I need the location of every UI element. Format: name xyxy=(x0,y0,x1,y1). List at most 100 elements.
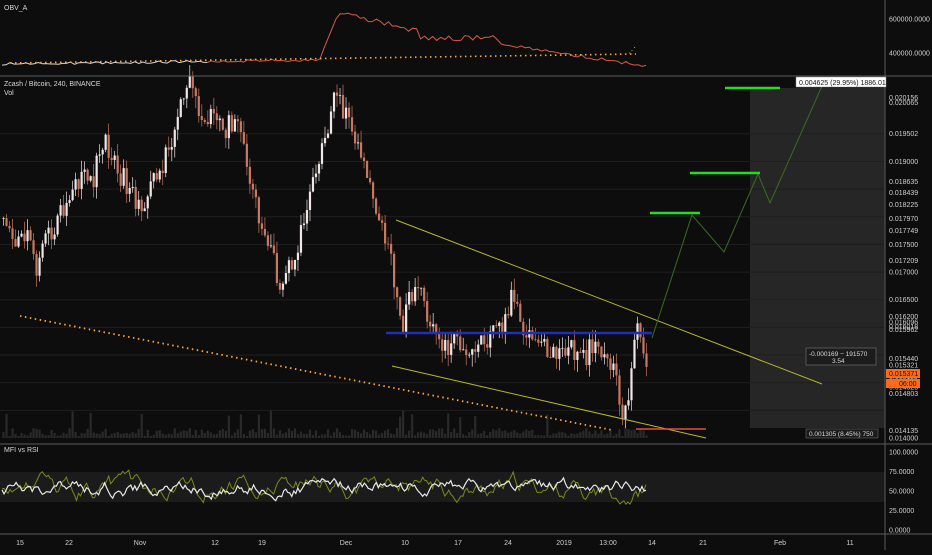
volume-bar xyxy=(365,431,369,438)
volume-bar xyxy=(68,428,71,438)
volume-bar xyxy=(290,431,294,438)
rsi-tick-label: 50.0000 xyxy=(889,489,914,496)
volume-bar xyxy=(531,429,534,438)
volume-bar xyxy=(113,433,116,438)
candle-body xyxy=(92,176,95,188)
candle-body xyxy=(594,341,597,354)
candle-body xyxy=(323,137,327,144)
candle-body xyxy=(405,304,408,333)
volume-bar xyxy=(314,430,318,438)
candle-body xyxy=(492,325,495,332)
volume-bar xyxy=(5,413,8,438)
candle-body xyxy=(495,325,498,327)
candle-body xyxy=(453,333,456,344)
volume-bar xyxy=(179,431,182,438)
candle-body xyxy=(2,218,5,220)
current-price-label: 0.015371 xyxy=(889,371,918,378)
candle-body xyxy=(242,132,245,144)
candle-body xyxy=(516,301,519,304)
volume-bar xyxy=(125,432,128,438)
time-tick-label: 19 xyxy=(258,540,266,547)
volume-bar xyxy=(134,433,137,438)
candle-body xyxy=(173,129,176,147)
volume-bar xyxy=(450,431,453,438)
candle-body xyxy=(633,339,636,369)
candle-body xyxy=(573,340,576,360)
candle-body xyxy=(146,196,149,209)
volume-bar xyxy=(338,432,342,438)
volume-bar xyxy=(462,434,465,438)
candle-body xyxy=(71,189,74,201)
volume-bar xyxy=(47,435,50,438)
volume-bar xyxy=(11,428,14,438)
candle-body xyxy=(546,338,549,357)
candle-body xyxy=(125,168,128,194)
price-tick-label: 0.017000 xyxy=(889,270,918,277)
candle-body xyxy=(26,230,29,242)
candle-body xyxy=(471,349,474,355)
volume-bar xyxy=(405,434,408,438)
volume-bar xyxy=(630,430,633,438)
candle-body xyxy=(501,322,504,333)
candle-body xyxy=(353,131,357,144)
volume-bar xyxy=(356,431,360,438)
volume-bar xyxy=(80,433,83,438)
volume-bar xyxy=(98,433,101,438)
volume-bar xyxy=(191,435,194,438)
volume-bar xyxy=(368,434,372,438)
trading-chart[interactable]: ⋰ OBV_A Zcash / Bitcoin, 240, BINANCE Vo… xyxy=(0,0,932,550)
volume-bar xyxy=(353,429,357,438)
candle-body xyxy=(414,287,417,302)
candle-body xyxy=(128,188,131,194)
candle-body xyxy=(498,322,501,327)
candle-body xyxy=(558,348,561,359)
volume-bar xyxy=(350,429,354,438)
candle-body xyxy=(293,260,297,270)
candle-body xyxy=(311,177,315,192)
candle-body xyxy=(335,92,339,96)
candle-body xyxy=(236,119,239,122)
volume-bar xyxy=(224,430,227,438)
mid-measure-line1: -0.000169 − 191570 xyxy=(809,351,868,358)
volume-bar xyxy=(230,435,233,438)
volume-bar xyxy=(143,435,146,438)
volume-bar xyxy=(266,433,270,438)
volume-bar xyxy=(107,435,110,438)
candle-body xyxy=(579,351,582,353)
volume-bar xyxy=(32,428,35,438)
volume-bar xyxy=(411,414,414,438)
candle-body xyxy=(212,109,215,114)
time-tick-label: 10 xyxy=(401,540,409,547)
volume-bar xyxy=(585,428,588,438)
candle-body xyxy=(543,338,546,342)
volume-bar xyxy=(86,428,89,438)
volume-bar xyxy=(218,430,221,438)
candle-body xyxy=(341,95,345,119)
candle-body xyxy=(305,209,309,224)
price-tick-label: 0.017970 xyxy=(889,216,918,223)
volume-bar xyxy=(302,433,306,438)
volume-bar xyxy=(459,416,462,438)
volume-bar xyxy=(570,433,573,438)
candle-body xyxy=(32,240,35,255)
volume-bar xyxy=(444,433,447,438)
volume-bar xyxy=(429,429,432,438)
volume-bar xyxy=(278,430,282,438)
volume-bar xyxy=(176,433,179,438)
candle-body xyxy=(215,113,218,121)
candle-body xyxy=(374,198,378,214)
candle-body xyxy=(239,121,242,133)
candle-body xyxy=(621,404,624,420)
volume-bar xyxy=(377,434,381,438)
candle-body xyxy=(284,273,288,284)
price-tick-label: 0.016500 xyxy=(889,297,918,304)
candle-body xyxy=(176,116,179,130)
candle-body xyxy=(152,173,155,182)
candle-body xyxy=(98,154,101,156)
price-tick-label: 0.020065 xyxy=(889,100,918,107)
candle-body xyxy=(149,181,152,197)
candle-body xyxy=(368,177,372,183)
volume-bar xyxy=(555,433,558,438)
candle-body xyxy=(630,368,633,401)
candle-body xyxy=(23,233,26,242)
